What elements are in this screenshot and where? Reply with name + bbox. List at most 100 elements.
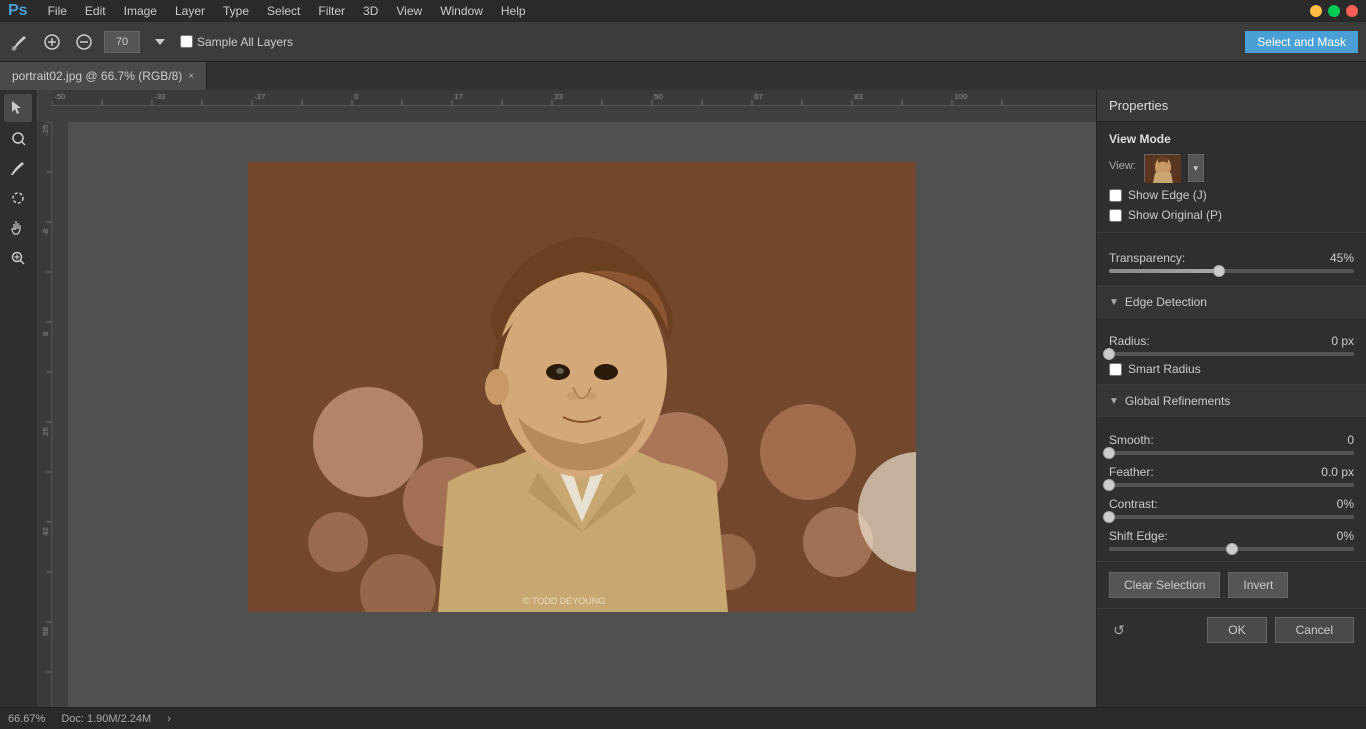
transparency-track[interactable] [1109, 269, 1354, 273]
global-refinements-label: Global Refinements [1125, 394, 1230, 408]
shift-edge-label: Shift Edge: [1109, 529, 1168, 543]
main-layout: © TODD DEYOUNG Properties View Mode [0, 90, 1366, 707]
view-thumbnail[interactable] [1144, 154, 1180, 182]
transparency-section: Transparency: 45% [1097, 233, 1366, 286]
menu-type[interactable]: Type [215, 2, 257, 20]
ok-button[interactable]: OK [1207, 617, 1266, 643]
sample-all-checkbox[interactable] [180, 35, 193, 48]
brush-tool[interactable] [4, 154, 32, 182]
transparency-value: 45% [1330, 251, 1354, 265]
hand-tool[interactable] [4, 214, 32, 242]
radius-slider-row: Radius: 0 px [1109, 334, 1354, 356]
menu-view[interactable]: View [388, 2, 430, 20]
global-refinements-header[interactable]: ▼ Global Refinements [1097, 385, 1366, 417]
global-refinements-arrow: ▼ [1109, 396, 1119, 407]
edge-detection-content: Radius: 0 px Smart Radius [1097, 318, 1366, 385]
feather-track[interactable] [1109, 483, 1354, 487]
show-original-row: Show Original (P) [1109, 208, 1354, 222]
invert-button[interactable]: Invert [1228, 572, 1288, 598]
refine-edge-brush[interactable] [4, 124, 32, 152]
sample-all-checkbox-label[interactable]: Sample All Layers [180, 35, 293, 49]
left-toolbox [0, 90, 36, 707]
shift-edge-thumb[interactable] [1226, 543, 1238, 555]
canvas-area: © TODD DEYOUNG [36, 90, 1096, 707]
show-edge-row: Show Edge (J) [1109, 188, 1354, 202]
transparency-label: Transparency: [1109, 251, 1185, 265]
doc-size: Doc: 1.90M/2.24M [61, 713, 151, 725]
view-dropdown-arrow[interactable]: ▼ [1188, 154, 1204, 182]
lasso-tool[interactable] [4, 184, 32, 212]
document-tab[interactable]: portrait02.jpg @ 66.7% (RGB/8) × [0, 62, 207, 90]
zoom-tool[interactable] [4, 244, 32, 272]
radius-track[interactable] [1109, 352, 1354, 356]
contrast-thumb[interactable] [1103, 511, 1115, 523]
brush-tool-button[interactable] [8, 30, 32, 54]
reset-button[interactable]: ↺ [1109, 620, 1129, 640]
smooth-slider-row: Smooth: 0 [1109, 433, 1354, 455]
minimize-btn[interactable] [1310, 5, 1322, 17]
contrast-label: Contrast: [1109, 497, 1158, 511]
menu-filter[interactable]: Filter [310, 2, 353, 20]
feather-thumb[interactable] [1103, 479, 1115, 491]
smart-radius-checkbox[interactable] [1109, 363, 1122, 376]
clear-selection-button[interactable]: Clear Selection [1109, 572, 1220, 598]
menu-edit[interactable]: Edit [77, 2, 114, 20]
cancel-button[interactable]: Cancel [1275, 617, 1354, 643]
show-edge-label: Show Edge (J) [1128, 188, 1207, 202]
view-row: View: ▼ [1109, 154, 1354, 182]
select-mask-button[interactable]: Select and Mask [1245, 31, 1358, 53]
smooth-thumb[interactable] [1103, 447, 1115, 459]
smart-radius-label: Smart Radius [1128, 362, 1201, 376]
zoom-level: 66.67% [8, 713, 45, 725]
edge-detection-header[interactable]: ▼ Edge Detection [1097, 286, 1366, 318]
panel-title: Properties [1097, 90, 1366, 122]
menu-window[interactable]: Window [432, 2, 491, 20]
add-brush-button[interactable] [40, 30, 64, 54]
feather-slider-row: Feather: 0.0 px [1109, 465, 1354, 487]
selection-tool[interactable] [4, 94, 32, 122]
menu-file[interactable]: File [40, 2, 75, 20]
feather-label: Feather: [1109, 465, 1154, 479]
smooth-label: Smooth: [1109, 433, 1154, 447]
contrast-slider-row: Contrast: 0% [1109, 497, 1354, 519]
subtract-brush-button[interactable] [72, 30, 96, 54]
transparency-thumb[interactable] [1213, 265, 1225, 277]
shift-edge-track[interactable] [1109, 547, 1354, 551]
menu-select[interactable]: Select [259, 2, 308, 20]
global-refinements-content: Smooth: 0 Feather: 0.0 px [1097, 417, 1366, 562]
status-bar: 66.67% Doc: 1.90M/2.24M › [0, 707, 1366, 729]
svg-text:© TODD DEYOUNG: © TODD DEYOUNG [523, 596, 605, 606]
app-logo: Ps [8, 2, 28, 20]
tab-filename: portrait02.jpg @ 66.7% (RGB/8) [12, 69, 182, 83]
contrast-track[interactable] [1109, 515, 1354, 519]
panel-actions: Clear Selection Invert [1097, 562, 1366, 608]
view-mode-label: View Mode [1109, 132, 1171, 146]
menu-image[interactable]: Image [116, 2, 165, 20]
edge-detection-label: Edge Detection [1125, 295, 1207, 309]
view-label: View: [1109, 160, 1136, 172]
menu-help[interactable]: Help [493, 2, 534, 20]
shift-edge-slider-row: Shift Edge: 0% [1109, 529, 1354, 551]
smooth-track[interactable] [1109, 451, 1354, 455]
maximize-btn[interactable] [1328, 5, 1340, 17]
menu-bar: Ps File Edit Image Layer Type Select Fil… [0, 0, 1366, 22]
show-original-checkbox[interactable] [1109, 209, 1122, 222]
contrast-value: 0% [1337, 497, 1354, 511]
show-edge-checkbox[interactable] [1109, 189, 1122, 202]
view-mode-section: View Mode View: ▼ [1097, 122, 1366, 233]
close-window-btn[interactable] [1346, 5, 1358, 17]
show-original-label: Show Original (P) [1128, 208, 1222, 222]
toolbar: 70 Sample All Layers Select and Mask [0, 22, 1366, 62]
menu-3d[interactable]: 3D [355, 2, 386, 20]
properties-panel: Properties View Mode View: [1096, 90, 1366, 707]
radius-label: Radius: [1109, 334, 1150, 348]
edge-detection-arrow: ▼ [1109, 297, 1119, 308]
menu-layer[interactable]: Layer [167, 2, 213, 20]
feather-value: 0.0 px [1321, 465, 1354, 479]
radius-thumb[interactable] [1103, 348, 1115, 360]
brush-size-display: 70 [104, 31, 140, 53]
transparency-slider-row: Transparency: 45% [1109, 251, 1354, 273]
tab-close-button[interactable]: × [188, 71, 194, 82]
shift-edge-value: 0% [1337, 529, 1354, 543]
brush-size-dropdown[interactable] [148, 30, 172, 54]
